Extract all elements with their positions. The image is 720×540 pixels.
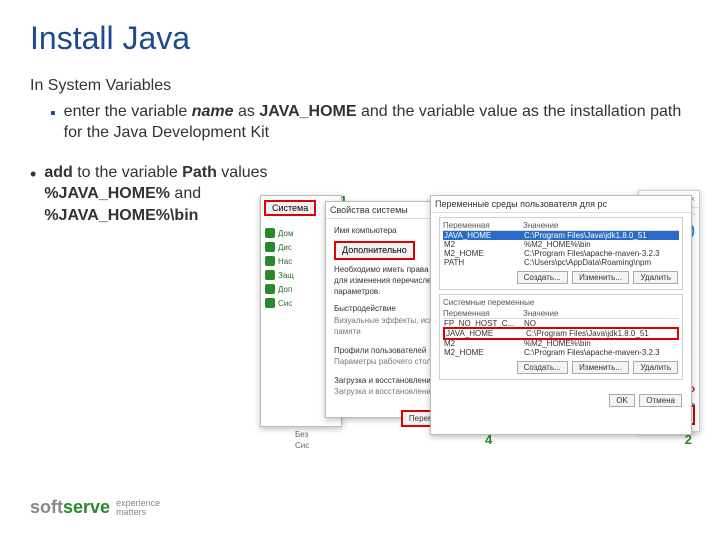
softserve-logo: softserve experiencematters — [30, 497, 160, 518]
panel-icon — [265, 256, 275, 266]
system-var-row[interactable]: M2%M2_HOME%\bin — [443, 339, 679, 348]
tab-system[interactable]: Система — [264, 200, 316, 216]
delete-button[interactable]: Удалить — [633, 271, 678, 284]
user-vars-header: ПеременнаяЗначение — [443, 221, 679, 231]
new-button[interactable]: Создать... — [517, 271, 568, 284]
bullet-1: enter the variable name as JAVA_HOME and… — [50, 101, 690, 144]
cancel-button[interactable]: Отмена — [639, 394, 682, 407]
panel-icon — [265, 242, 275, 252]
delete-button[interactable]: Удалить — [633, 361, 678, 374]
panel-icon — [265, 284, 275, 294]
system-var-row[interactable]: M2_HOMEC:\Program Files\apache-maven-3.2… — [443, 348, 679, 357]
env-titlebar: Переменные среды пользователя для pc — [431, 196, 691, 213]
system-vars-title: Системные переменные — [443, 298, 679, 307]
intro-line: In System Variables — [30, 75, 690, 97]
screenshot-composite: × Поиск в п... s 10 novo ю поддержке Изм… — [260, 195, 700, 455]
slide-title: Install Java — [30, 20, 690, 57]
new-button[interactable]: Создать... — [517, 361, 568, 374]
edit-button[interactable]: Изменить... — [572, 361, 629, 374]
edit-button[interactable]: Изменить... — [572, 271, 629, 284]
user-var-row[interactable]: PATHC:\Users\pc\AppData\Roaming\npm — [443, 258, 679, 267]
window-env-vars: Переменные среды пользователя для pc Пер… — [430, 195, 692, 435]
system-vars-header: ПеременнаяЗначение — [443, 309, 679, 319]
user-vars-group: ПеременнаяЗначение JAVA_HOMEC:\Program F… — [439, 217, 683, 290]
user-var-row[interactable]: JAVA_HOMEC:\Program Files\Java\jdk1.8.0_… — [443, 231, 679, 240]
user-var-row[interactable]: M2%M2_HOME%\bin — [443, 240, 679, 249]
panel-icon — [265, 228, 275, 238]
tab-advanced[interactable]: Дополнительно — [334, 241, 415, 260]
ok-button[interactable]: OK — [609, 394, 635, 407]
user-var-row[interactable]: M2_HOMEC:\Program Files\apache-maven-3.2… — [443, 249, 679, 258]
system-vars-group: Системные переменные ПеременнаяЗначение … — [439, 294, 683, 380]
panel-icon — [265, 298, 275, 308]
panel-icon — [265, 270, 275, 280]
bullet-2: add to the variable Path values %JAVA_HO… — [30, 162, 280, 227]
